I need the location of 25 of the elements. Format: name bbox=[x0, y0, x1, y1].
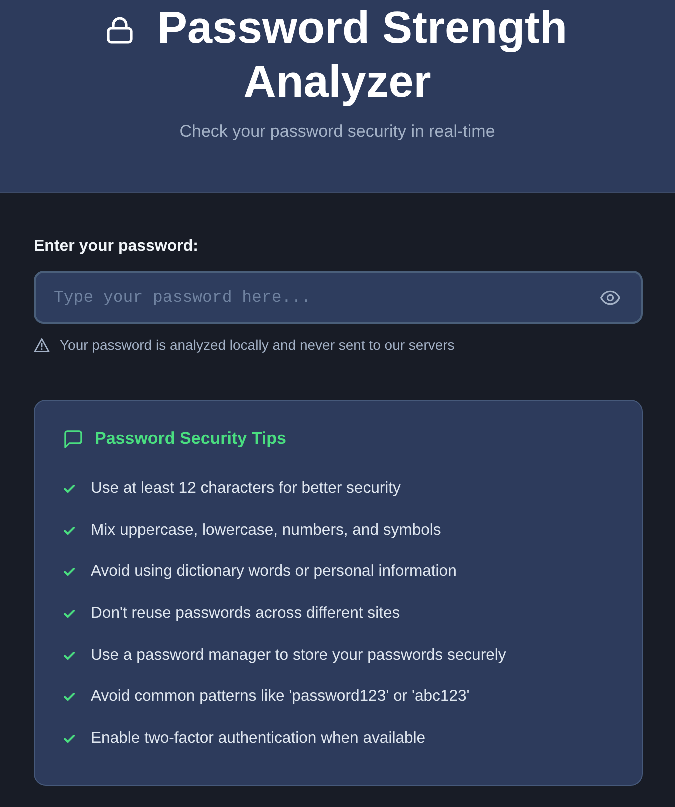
check-icon bbox=[64, 526, 75, 535]
privacy-note: Your password is analyzed locally and never sent to our servers bbox=[60, 337, 455, 353]
check-icon bbox=[64, 485, 75, 493]
check-icon bbox=[64, 693, 75, 702]
show-password-button[interactable] bbox=[600, 290, 621, 305]
check-icon bbox=[64, 610, 75, 618]
tip-text: Mix uppercase, lowercase, numbers, and symbols bbox=[91, 520, 442, 541]
warning-icon bbox=[34, 338, 50, 352]
check-icon bbox=[64, 652, 75, 660]
tip-text: Avoid using dictionary words or personal information bbox=[91, 562, 457, 582]
check-icon bbox=[64, 735, 75, 744]
password-field[interactable]: Type your password here... bbox=[34, 271, 643, 324]
eye-icon bbox=[600, 290, 621, 305]
speech-bubble-icon bbox=[64, 430, 83, 448]
tips-title: Password Security Tips bbox=[95, 429, 286, 449]
tip-text: Use a password manager to store your passwords securely bbox=[91, 646, 506, 666]
page-title: Password Strength Analyzer bbox=[157, 2, 568, 107]
lock-icon bbox=[107, 17, 134, 44]
field-label: Enter your password: bbox=[34, 237, 200, 257]
page-subtitle: Check your password security in real-time bbox=[178, 121, 496, 143]
tip-text: Don't reuse passwords across different sites bbox=[91, 604, 400, 624]
check-icon bbox=[64, 568, 75, 576]
tip-text: Avoid common patterns like 'password123' or 'abc123' bbox=[91, 687, 470, 708]
tip-text: Enable two-factor authentication when available bbox=[91, 729, 426, 750]
tip-text: Use at least 12 characters for better security bbox=[91, 479, 401, 499]
